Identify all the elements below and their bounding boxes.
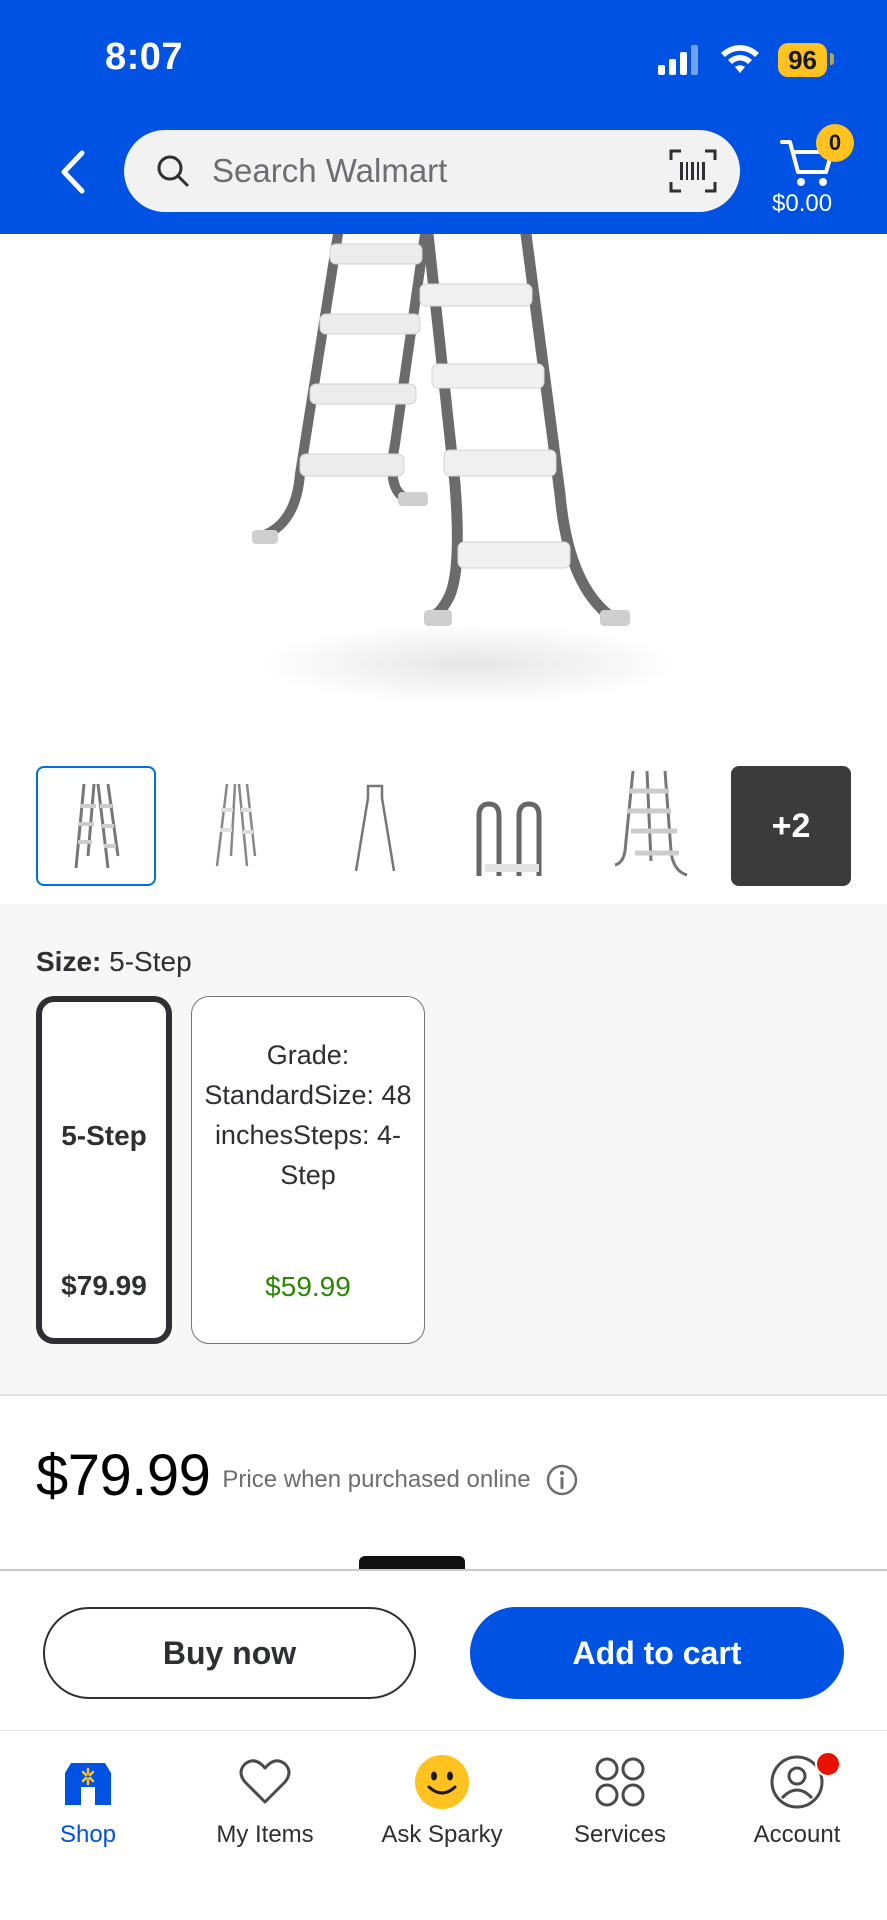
size-option-4-step[interactable]: Grade: StandardSize: 48 inchesSteps: 4-S… xyxy=(191,996,425,1344)
content-peek xyxy=(359,1556,465,1570)
ladder-thumbnail-icon xyxy=(74,783,120,869)
size-selected-value: 5-Step xyxy=(109,946,192,977)
thumbnail-1[interactable] xyxy=(36,766,156,886)
thumbnail-5[interactable] xyxy=(592,766,712,886)
shop-icon xyxy=(3,1751,173,1813)
account-icon xyxy=(712,1751,882,1813)
status-icons: 96 xyxy=(658,40,834,80)
chevron-left-icon xyxy=(61,150,85,194)
ladder-thumbnail-icon xyxy=(614,771,688,877)
barcode-scan-icon[interactable] xyxy=(668,148,718,194)
cart-total: $0.00 xyxy=(772,190,833,217)
wifi-icon xyxy=(721,45,760,73)
thumbnail-2[interactable] xyxy=(175,766,295,886)
image-thumbnails: +2 xyxy=(36,766,851,886)
status-time: 8:07 xyxy=(105,36,184,78)
notification-dot xyxy=(815,1751,841,1777)
search-bar[interactable] xyxy=(124,130,740,212)
nav-label: Services xyxy=(573,1821,667,1848)
thumbnail-4[interactable] xyxy=(453,766,573,886)
cart-button[interactable]: 0 $0.00 xyxy=(768,124,868,224)
nav-ask-sparky[interactable]: Ask Sparky xyxy=(357,1751,527,1849)
size-selector: Size: 5-Step 5-Step $79.99 Grade: Standa… xyxy=(0,904,887,1396)
nav-label: Shop xyxy=(59,1821,117,1848)
price-amount: $79.99 xyxy=(36,1443,211,1508)
size-option-name: Grade: StandardSize: 48 inchesSteps: 4-S… xyxy=(204,1040,412,1190)
app-header: 8:07 96 Search Walmart 0 $0.00 xyxy=(0,0,887,234)
signal-icon xyxy=(658,45,699,75)
size-option-price: $79.99 xyxy=(61,1270,147,1301)
thumbnail-3[interactable] xyxy=(314,766,434,886)
ladder-thumbnail-icon xyxy=(215,783,257,867)
price-row: $79.99 Price when purchased online xyxy=(36,1442,579,1509)
pool-ladder-image xyxy=(252,234,680,704)
size-option-5-step[interactable]: 5-Step $79.99 xyxy=(36,996,172,1344)
search-input[interactable] xyxy=(212,152,668,190)
size-label-title: Size: xyxy=(36,946,102,977)
size-option-name: 5-Step xyxy=(61,1120,147,1151)
ladder-thumbnail-icon xyxy=(476,801,542,876)
add-to-cart-button[interactable]: Add to cart xyxy=(470,1607,844,1699)
services-grid-icon xyxy=(535,1751,705,1813)
nav-label: Account xyxy=(753,1821,841,1848)
heart-icon xyxy=(180,1751,350,1813)
price-note: Price when purchased online xyxy=(222,1465,531,1493)
nav-my-items[interactable]: My Items xyxy=(180,1751,350,1849)
nav-shop[interactable]: Shop xyxy=(3,1751,173,1849)
buy-now-button[interactable]: Buy now xyxy=(43,1607,416,1699)
battery-indicator: 96 xyxy=(778,43,834,77)
nav-services[interactable]: Services xyxy=(535,1751,705,1849)
product-image[interactable] xyxy=(0,234,887,734)
sparky-icon xyxy=(357,1751,527,1813)
cart-count-badge: 0 xyxy=(816,124,854,162)
info-icon[interactable] xyxy=(545,1463,579,1497)
size-option-price: $59.99 xyxy=(265,1271,351,1302)
back-button[interactable] xyxy=(48,142,98,202)
bottom-navigation: Shop My Items Ask Sparky Services Accoun… xyxy=(0,1731,887,1920)
nav-label: Ask Sparky xyxy=(381,1821,503,1848)
search-icon xyxy=(157,155,189,187)
more-images-button[interactable]: +2 xyxy=(731,766,851,886)
size-label: Size: 5-Step xyxy=(36,946,192,978)
purchase-actions: Buy now Add to cart xyxy=(0,1569,887,1731)
ladder-thumbnail-icon xyxy=(354,784,396,872)
nav-label: My Items xyxy=(216,1821,314,1848)
nav-account[interactable]: Account xyxy=(712,1751,882,1849)
